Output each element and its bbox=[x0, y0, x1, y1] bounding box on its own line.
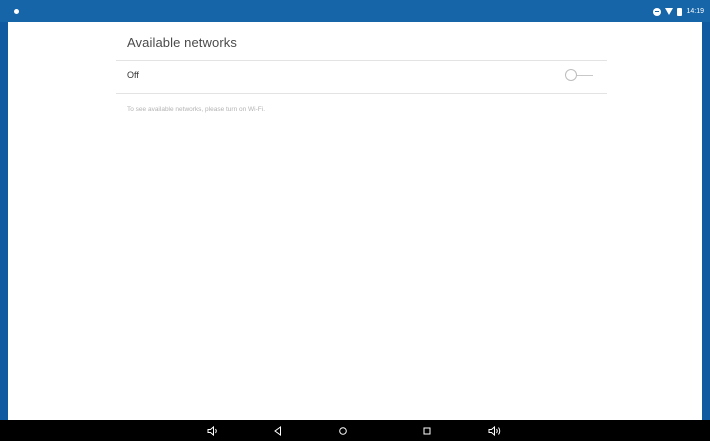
device-frame: 14:19 Available networks Off To see avai… bbox=[0, 0, 710, 441]
volume-down-icon[interactable] bbox=[205, 423, 221, 439]
back-icon[interactable] bbox=[270, 423, 286, 439]
volume-up-icon[interactable] bbox=[487, 423, 503, 439]
wifi-icon bbox=[665, 8, 674, 15]
toggle-thumb bbox=[565, 69, 577, 81]
battery-icon bbox=[677, 7, 683, 16]
status-bar: 14:19 bbox=[0, 0, 710, 22]
recents-icon[interactable] bbox=[419, 423, 435, 439]
navigation-bar bbox=[0, 420, 710, 441]
section-title: Available networks bbox=[127, 35, 237, 50]
notification-dot-icon bbox=[14, 9, 19, 14]
status-icons: 14:19 bbox=[653, 7, 704, 16]
dnd-icon bbox=[653, 7, 662, 16]
hint-text: To see available networks, please turn o… bbox=[127, 106, 266, 113]
divider bbox=[116, 60, 607, 61]
wifi-toggle-label[interactable]: Off bbox=[127, 70, 139, 80]
divider bbox=[116, 93, 607, 94]
status-time: 14:19 bbox=[686, 8, 704, 15]
home-icon[interactable] bbox=[335, 423, 351, 439]
wifi-settings-panel: Available networks Off To see available … bbox=[8, 22, 702, 420]
wifi-toggle-switch[interactable] bbox=[565, 69, 595, 81]
